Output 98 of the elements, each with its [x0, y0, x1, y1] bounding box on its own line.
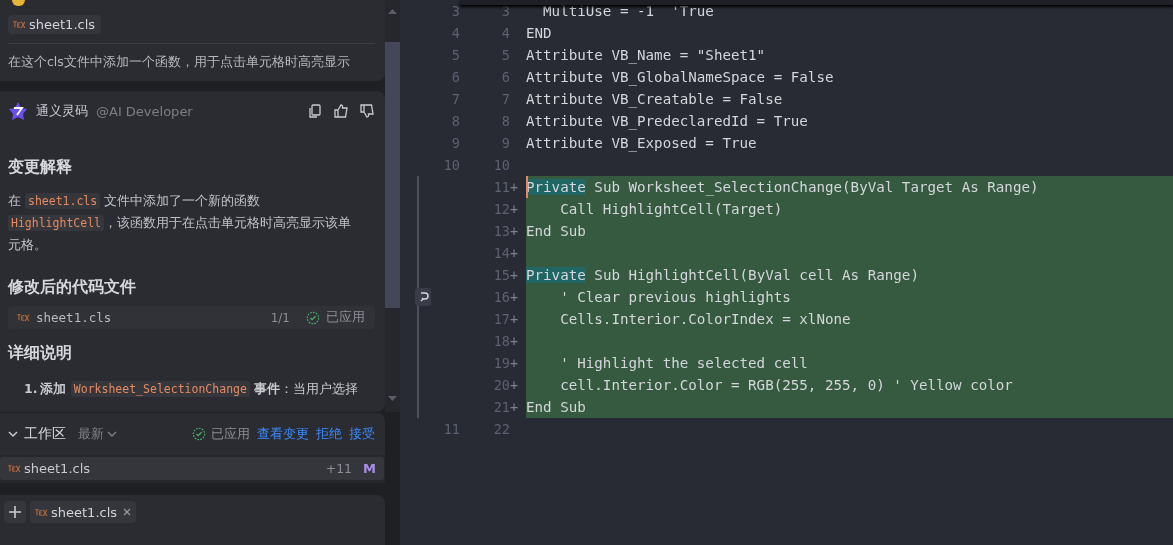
line-number: 20: [492, 376, 510, 395]
line-number: 16: [492, 288, 510, 307]
code-text: End Sub: [526, 223, 586, 239]
plus-marker: +: [510, 332, 520, 351]
add-context-button[interactable]: [4, 501, 26, 523]
additions-count: +11: [325, 461, 353, 476]
line-number: 19: [492, 354, 510, 373]
line-number: 4: [500, 24, 510, 43]
filter-dropdown[interactable]: 最新: [78, 425, 117, 443]
line-number: 7: [450, 90, 460, 109]
file-icon: [34, 507, 48, 517]
plus-marker: +: [510, 222, 520, 241]
modified-label: M: [363, 461, 376, 476]
avatar-icon: [12, 0, 25, 6]
plus-marker: +: [510, 200, 520, 219]
file-row[interactable]: sheet1.cls 1/1 已应用: [8, 306, 375, 329]
close-icon: [123, 508, 132, 516]
file-icon: [16, 313, 30, 322]
changed-file-row[interactable]: sheet1.cls +11 M: [0, 457, 384, 480]
plus-icon: [7, 504, 23, 520]
line-number: 9: [450, 134, 460, 153]
line-number: 6: [450, 68, 460, 87]
scroll-up-icon: [388, 8, 397, 14]
chevron-down-icon: [8, 429, 18, 439]
line-number: 21: [492, 398, 510, 417]
status-text: 已应用: [211, 425, 250, 443]
thumbs-down-icon: [359, 103, 375, 119]
section-heading: 详细说明: [8, 343, 73, 364]
star-logo-icon: [8, 101, 28, 121]
plus-marker: +: [510, 398, 520, 417]
line-number: 10: [492, 156, 510, 175]
file-icon: [12, 20, 26, 29]
action-link[interactable]: 拒绝: [316, 425, 342, 443]
file-count: 1/1: [270, 310, 290, 325]
code-text: Private Sub HighlightCell(ByVal cell As Range): [526, 267, 919, 283]
plus-marker: +: [510, 376, 520, 395]
code-text: Attribute VB_Creatable = False: [526, 91, 783, 107]
line-number: 5: [450, 46, 460, 65]
check-icon: [192, 427, 206, 441]
line-number: 15: [492, 266, 510, 285]
line-number: 4: [450, 24, 460, 43]
code-text: Cells.Interior.ColorIndex = xlNone: [559, 311, 851, 327]
assistant-name: 通义灵码: [36, 102, 88, 120]
plus-marker: +: [510, 244, 520, 263]
code-text: Attribute VB_PredeclaredId = True: [526, 113, 808, 129]
file-icon: [7, 464, 21, 473]
copy-icon: [307, 103, 323, 119]
code-text: Attribute VB_GlobalNameSpace = False: [526, 69, 834, 85]
plus-marker: +: [510, 178, 520, 197]
line-number: 7: [500, 90, 510, 109]
thumbs-up-icon: [333, 103, 349, 119]
line-number: 11: [442, 420, 460, 439]
line-number: 13: [492, 222, 510, 241]
context-chip[interactable]: sheet1.cls: [30, 501, 137, 523]
line-number: 17: [492, 310, 510, 329]
file-name: sheet1.cls: [24, 461, 91, 476]
plus-marker: +: [510, 288, 520, 307]
line-number: 10: [442, 156, 460, 175]
code-text: Attribute VB_Name = "Sheet1": [526, 47, 766, 63]
code-text: Call HighlightCell(Target): [559, 201, 783, 217]
plus-marker: +: [510, 266, 520, 285]
workspace-title: 工作区: [24, 425, 66, 443]
code-text: cell.Interior.Color = RGB(255, 255, 0) ' Yellow color: [559, 377, 1013, 393]
status-text: 已应用: [326, 309, 365, 326]
attachment-chip[interactable]: sheet1.cls: [8, 15, 102, 34]
action-link[interactable]: 查看变更: [257, 425, 309, 443]
line-number: 8: [500, 112, 510, 131]
paragraph: 在 sheet1.cls 文件中添加了一个新的函数 HighlightCell ，该函数用于在点击单元格时高亮显示该单元格。: [8, 192, 352, 254]
scroll-down-icon: [388, 396, 397, 402]
code-text: Attribute VB_Exposed = True: [526, 135, 757, 151]
list-item: 1. 添加 Worksheet_SelectionChange 事件：当用户选择: [24, 380, 360, 399]
action-link[interactable]: 接受: [349, 425, 375, 443]
code-text: ' Highlight the selected cell: [559, 355, 808, 371]
file-name: sheet1.cls: [51, 504, 118, 520]
line-number: 22: [492, 420, 510, 439]
line-number: 12: [492, 200, 510, 219]
line-number: 18: [492, 332, 510, 351]
code-text: ' Clear previous highlights: [559, 289, 791, 305]
plus-marker: +: [510, 310, 520, 329]
line-number: 14: [492, 244, 510, 263]
line-number: 3: [500, 2, 510, 21]
section-heading: 修改后的代码文件: [8, 277, 137, 298]
message-text: 在这个cls文件中添加一个函数，用于点击单元格时高亮显示: [8, 54, 351, 71]
code-text: MultiUse = -1 'True: [542, 3, 714, 19]
code-text: END: [526, 25, 552, 41]
code-text: End Sub: [526, 399, 586, 415]
section-heading: 变更解释: [8, 157, 73, 178]
assistant-handle: @AI Developer: [96, 103, 193, 119]
line-number: 3: [450, 2, 460, 21]
chevron-down-icon: [107, 429, 117, 439]
line-number: 6: [500, 68, 510, 87]
file-name: sheet1.cls: [36, 310, 112, 325]
line-number: 11: [492, 178, 510, 197]
line-number: 9: [500, 134, 510, 153]
line-number: 8: [450, 112, 460, 131]
line-number: 5: [500, 46, 510, 65]
check-icon: [306, 310, 320, 325]
plus-marker: +: [510, 354, 520, 373]
